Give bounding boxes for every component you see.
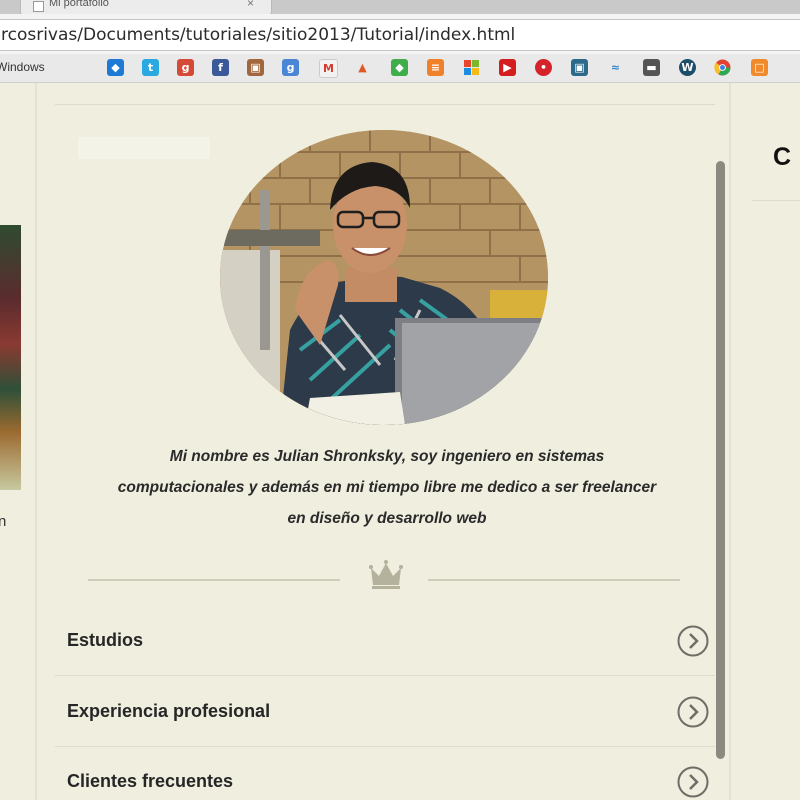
right-column-rule (752, 200, 800, 201)
profile-bio: Mi nombre es Julian Shronksky, soy ingen… (52, 441, 722, 534)
top-rule (55, 104, 715, 105)
chrome-icon[interactable] (714, 59, 731, 76)
profile-photo (220, 130, 548, 425)
tab-strip: Mi portafolio × (0, 0, 800, 14)
left-column-text-fragment: n (0, 513, 7, 530)
google-icon[interactable]: g (282, 59, 299, 76)
ornament-line-right (428, 579, 680, 581)
address-bar: rcosrivas/Documents/tutoriales/sitio2013… (0, 14, 800, 55)
flame-icon[interactable]: ▲ (354, 59, 371, 76)
lastpass-icon[interactable]: • (535, 59, 552, 76)
bookmark-windows[interactable]: Windows (0, 60, 45, 74)
wave-icon[interactable]: ≈ (607, 59, 624, 76)
browser-tab[interactable]: Mi portafolio × (20, 0, 272, 14)
bio-line-2: computacionales y además en mi tiempo li… (117, 479, 657, 496)
page-favicon-icon (33, 1, 44, 12)
twitter-icon[interactable]: t (142, 59, 159, 76)
column-divider-right (729, 83, 731, 800)
windows-icon[interactable] (463, 59, 480, 76)
google-plus-icon[interactable]: g (177, 59, 194, 76)
bio-line-1: Mi nombre es Julian Shronksky, soy ingen… (169, 448, 605, 465)
accordion-separator (55, 675, 715, 676)
accordion-item-clientes[interactable]: Clientes frecuentes (55, 749, 715, 800)
accordion-label: Experiencia profesional (67, 701, 271, 721)
tab-title: Mi portafolio (49, 0, 109, 9)
url-text: rcosrivas/Documents/tutoriales/sitio2013… (1, 25, 516, 45)
chevron-right-circle-icon[interactable] (677, 625, 709, 657)
column-divider-left (35, 83, 37, 800)
youtube-icon[interactable]: ▶ (499, 59, 516, 76)
wordpress-icon[interactable]: W (679, 59, 696, 76)
accordion-item-experiencia[interactable]: Experiencia profesional (55, 679, 715, 747)
film-icon[interactable]: ▬ (643, 59, 660, 76)
stack-icon[interactable]: ≡ (427, 59, 444, 76)
square-icon[interactable]: □ (751, 59, 768, 76)
accordion-label: Clientes frecuentes (67, 771, 234, 791)
bio-line-3: en diseño y desarrollo web (287, 510, 487, 527)
url-field[interactable]: rcosrivas/Documents/tutoriales/sitio2013… (0, 19, 800, 51)
left-column-image (0, 225, 21, 490)
faded-title-block (78, 137, 210, 159)
ornament-line-left (88, 579, 340, 581)
chevron-right-circle-icon[interactable] (677, 696, 709, 728)
bookmarks-bar: Windows ◆ t g f ▣ g M ▲ ◆ ≡ ▶ • ▣ ≈ ▬ W … (0, 54, 800, 83)
app-icon[interactable]: ▣ (571, 59, 588, 76)
feedly-icon[interactable]: ◆ (391, 59, 408, 76)
accordion-label: Estudios (67, 630, 144, 650)
scrollbar[interactable] (716, 161, 725, 759)
accordion-separator (55, 746, 715, 747)
profile-photo-illustration (220, 130, 548, 425)
accordion-item-estudios[interactable]: Estudios (55, 608, 715, 676)
web-page: n Mi nombre es Julian Shronksky, soy ing… (0, 83, 800, 800)
crown-icon (369, 560, 403, 589)
dropbox-icon[interactable]: ◆ (107, 59, 124, 76)
facebook-icon[interactable]: f (212, 59, 229, 76)
chevron-right-circle-icon[interactable] (677, 766, 709, 798)
photo-icon[interactable]: ▣ (247, 59, 264, 76)
gmail-icon[interactable]: M (319, 59, 338, 78)
tab-close-icon[interactable]: × (247, 0, 254, 10)
right-column-heading: C (773, 143, 792, 171)
